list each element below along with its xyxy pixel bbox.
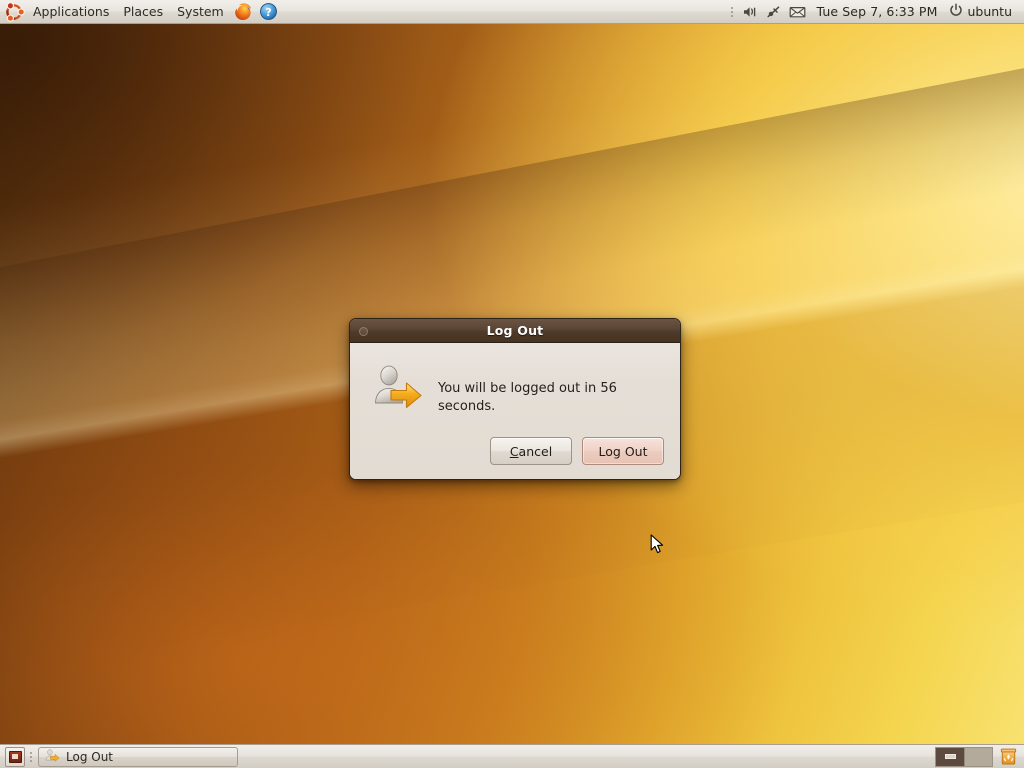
menu-places[interactable]: Places xyxy=(116,0,170,24)
mail-icon[interactable] xyxy=(785,0,810,24)
cancel-button[interactable]: Cancel xyxy=(490,437,572,466)
cancel-button-label-rest: ancel xyxy=(518,443,553,459)
panel-drag-handle[interactable] xyxy=(728,0,736,24)
window-list-drag-handle[interactable] xyxy=(27,745,35,768)
ubuntu-logo-icon[interactable] xyxy=(3,1,25,23)
bottom-panel: Log Out xyxy=(0,744,1024,768)
dialog-button-box: Cancel Log Out xyxy=(364,415,666,479)
firefox-icon[interactable] xyxy=(231,0,256,24)
logout-dialog[interactable]: Log Out You will be logged out in 56 sec… xyxy=(349,318,681,481)
menu-applications[interactable]: Applications xyxy=(26,0,116,24)
power-icon xyxy=(949,3,963,20)
trash-icon[interactable] xyxy=(997,747,1019,767)
cancel-button-mnemonic: C xyxy=(509,443,519,459)
username-label: ubuntu xyxy=(967,4,1012,19)
desktop-screen: Applications Places System ? Tue Sep 7, … xyxy=(0,0,1024,768)
task-item-label: Log Out xyxy=(66,749,114,764)
workspace-2[interactable] xyxy=(964,747,992,766)
task-item-log-out[interactable]: Log Out xyxy=(38,746,238,767)
top-panel: Applications Places System ? Tue Sep 7, … xyxy=(0,0,1024,24)
menu-places-label: Places xyxy=(123,4,164,19)
workspace-switcher[interactable] xyxy=(935,746,993,767)
show-desktop-button[interactable] xyxy=(5,746,25,767)
logout-person-arrow-icon-small xyxy=(45,748,60,766)
top-panel-tray: Tue Sep 7, 6:33 PM ubuntu xyxy=(728,0,1024,23)
workspace-1[interactable] xyxy=(936,747,964,766)
log-out-button[interactable]: Log Out xyxy=(582,437,664,466)
network-icon[interactable] xyxy=(762,0,785,24)
volume-icon[interactable] xyxy=(739,0,762,24)
logout-person-arrow-icon xyxy=(372,362,424,412)
window-close-icon[interactable] xyxy=(359,327,368,336)
dialog-content-row: You will be logged out in 56 seconds. xyxy=(364,359,666,415)
user-menu[interactable]: ubuntu xyxy=(944,3,1017,20)
top-panel-left: Applications Places System ? xyxy=(0,0,281,23)
dialog-titlebar[interactable]: Log Out xyxy=(350,319,680,343)
dialog-title: Log Out xyxy=(486,323,544,338)
clock[interactable]: Tue Sep 7, 6:33 PM xyxy=(810,4,945,19)
bottom-panel-tray xyxy=(935,746,1021,767)
log-out-button-label: Log Out xyxy=(598,443,648,459)
svg-text:?: ? xyxy=(265,6,271,19)
dialog-body: You will be logged out in 56 seconds. Ca… xyxy=(350,343,680,480)
help-icon[interactable]: ? xyxy=(256,0,281,24)
menu-system-label: System xyxy=(177,4,224,19)
menu-applications-label: Applications xyxy=(33,4,110,19)
window-list: Log Out xyxy=(38,745,238,768)
menu-system[interactable]: System xyxy=(170,0,231,24)
dialog-message: You will be logged out in 56 seconds. xyxy=(438,381,617,414)
